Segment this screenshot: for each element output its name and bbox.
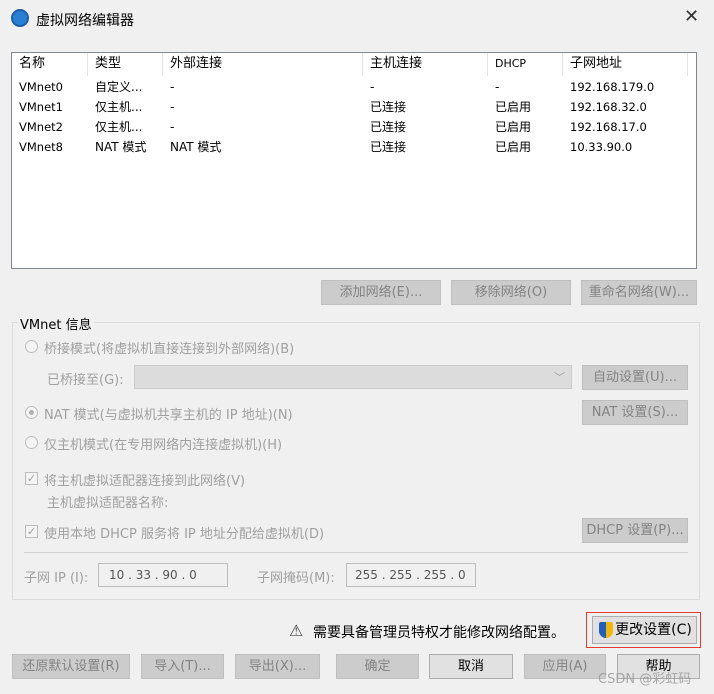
col-dhcp[interactable]: DHCP <box>488 53 563 76</box>
table-cell: 自定义... <box>95 80 143 94</box>
dhcp-settings-button[interactable]: DHCP 设置(P)... <box>582 518 688 543</box>
table-cell: 仅主机... <box>95 100 143 114</box>
table-cell: 已启用 <box>495 120 532 134</box>
table-cell: 仅主机... <box>95 120 143 134</box>
col-subnet[interactable]: 子网地址 <box>563 53 688 76</box>
subnet-ip-label: 子网 IP (I): <box>24 571 89 586</box>
col-host[interactable]: 主机连接 <box>363 53 488 76</box>
table-cell: 已连接 <box>370 140 407 154</box>
vmnet-info-group <box>12 322 700 600</box>
divider <box>24 552 688 553</box>
table-cell: VMnet2 <box>19 120 63 134</box>
restore-defaults-button[interactable]: 还原默认设置(R) <box>12 654 130 679</box>
hostonly-radio[interactable] <box>25 436 38 449</box>
table-cell: 已连接 <box>370 100 407 114</box>
table-cell: NAT 模式 <box>170 140 222 154</box>
change-settings-button[interactable]: 更改设置(C) <box>592 616 697 644</box>
network-table[interactable]: 名称 类型 外部连接 主机连接 DHCP 子网地址 VMnet0 自定义... - -… <box>11 52 697 269</box>
vmnet-info-legend: VMnet 信息 <box>18 314 94 333</box>
ok-button[interactable]: 确定 <box>336 654 419 679</box>
table-cell: 192.168.17.0 <box>570 120 647 134</box>
table-cell: 192.168.32.0 <box>570 100 647 114</box>
bridged-to-select[interactable]: ﹀ <box>134 365 572 389</box>
table-cell: - <box>495 80 500 94</box>
table-cell: - <box>170 80 175 94</box>
table-cell: VMnet1 <box>19 100 63 114</box>
subnet-mask-field[interactable]: 255 . 255 . 255 . 0 <box>346 563 476 587</box>
table-cell: VMnet0 <box>19 80 63 94</box>
warning-icon: ⚠ <box>289 621 304 640</box>
subnet-ip-field[interactable]: 10 . 33 . 90 . 0 <box>98 563 228 587</box>
auto-settings-button[interactable]: 自动设置(U)... <box>582 365 688 390</box>
add-network-button[interactable]: 添加网络(E)... <box>321 280 441 305</box>
table-cell: 已启用 <box>495 140 532 154</box>
hostonly-label: 仅主机模式(在专用网络内连接虚拟机)(H) <box>44 438 283 453</box>
nat-radio[interactable] <box>25 406 38 419</box>
apply-button[interactable]: 应用(A) <box>524 654 606 679</box>
close-icon[interactable]: ✕ <box>684 6 699 27</box>
table-cell: - <box>170 100 175 114</box>
import-button[interactable]: 导入(T)... <box>141 654 224 679</box>
table-cell: 192.168.179.0 <box>570 80 655 94</box>
change-settings-label: 更改设置(C) <box>615 622 692 638</box>
dhcp-label: 使用本地 DHCP 服务将 IP 地址分配给虚拟机(D) <box>44 527 325 542</box>
bridged-radio[interactable] <box>25 340 38 353</box>
table-cell: 已连接 <box>370 120 407 134</box>
chevron-down-icon: ﹀ <box>554 371 565 384</box>
table-cell: 已启用 <box>495 100 532 114</box>
watermark: CSDN @彩虹码 <box>598 672 692 687</box>
app-icon <box>11 9 29 27</box>
bridged-label: 桥接模式(将虚拟机直接连接到外部网络)(B) <box>44 342 295 357</box>
export-button[interactable]: 导出(X)... <box>235 654 320 679</box>
remove-network-button[interactable]: 移除网络(O) <box>451 280 571 305</box>
bridged-to-label: 已桥接至(G): <box>47 373 124 388</box>
rename-network-button[interactable]: 重命名网络(W)... <box>581 280 697 305</box>
table-cell: 10.33.90.0 <box>570 140 633 154</box>
nat-label: NAT 模式(与虚拟机共享主机的 IP 地址)(N) <box>44 408 293 423</box>
table-cell: NAT 模式 <box>95 140 147 154</box>
window-title: 虚拟网络编辑器 <box>36 13 134 29</box>
shield-icon <box>599 622 613 638</box>
nat-settings-button[interactable]: NAT 设置(S)... <box>582 400 688 425</box>
table-cell: - <box>170 120 175 134</box>
table-cell: - <box>370 80 375 94</box>
admin-warning-text: 需要具备管理员特权才能修改网络配置。 <box>313 625 565 641</box>
col-name[interactable]: 名称 <box>12 53 88 76</box>
table-cell: VMnet8 <box>19 140 63 154</box>
col-type[interactable]: 类型 <box>88 53 163 76</box>
dhcp-checkbox[interactable]: ✓ <box>25 525 38 538</box>
subnet-mask-label: 子网掩码(M): <box>257 571 335 586</box>
connect-adapter-checkbox[interactable]: ✓ <box>25 472 38 485</box>
cancel-button[interactable]: 取消 <box>429 654 513 679</box>
connect-adapter-label: 将主机虚拟适配器连接到此网络(V) <box>44 474 246 489</box>
col-external[interactable]: 外部连接 <box>163 53 363 76</box>
adapter-name-label: 主机虚拟适配器名称: <box>47 496 169 511</box>
